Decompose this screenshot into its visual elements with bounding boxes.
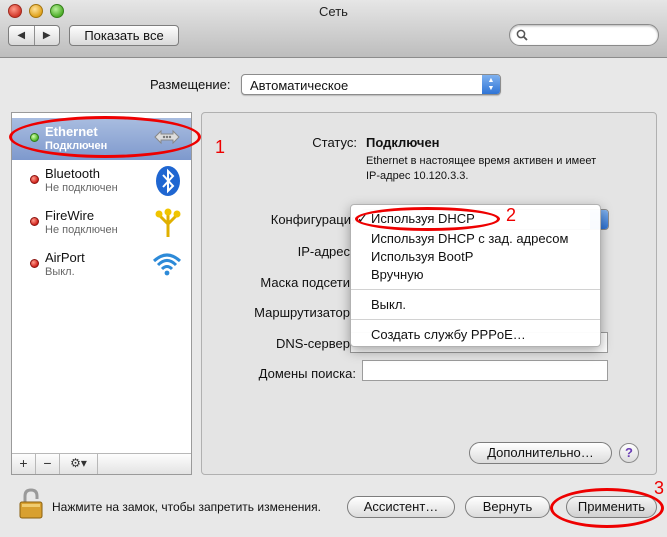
- location-value: Автоматическое: [250, 78, 349, 93]
- lock-icon[interactable]: [16, 487, 46, 521]
- action-menu-button[interactable]: ⚙▾: [60, 454, 98, 474]
- annotation-number-2: 2: [506, 205, 517, 225]
- search-field[interactable]: [509, 24, 659, 46]
- remove-service-button[interactable]: −: [36, 454, 60, 474]
- search-icon: [516, 29, 528, 41]
- service-status: Подключен: [45, 140, 108, 152]
- back-button[interactable]: ◀: [9, 26, 34, 45]
- service-status: Не подключен: [45, 182, 118, 194]
- show-all-button[interactable]: Показать все: [69, 25, 179, 46]
- menu-separator: [351, 319, 600, 320]
- apply-button[interactable]: Применить: [566, 496, 657, 518]
- menu-item-bootp[interactable]: Используя BootP: [351, 248, 600, 266]
- service-item-firewire[interactable]: FireWire Не подключен: [12, 202, 191, 244]
- subnet-mask-label: Маска подсети: [260, 275, 350, 290]
- revert-button[interactable]: Вернуть: [465, 496, 550, 518]
- service-status: Выкл.: [45, 266, 75, 278]
- service-name: AirPort: [45, 250, 85, 265]
- service-item-bluetooth[interactable]: Bluetooth Не подключен: [12, 160, 191, 202]
- status-dot-red-icon: [30, 259, 39, 268]
- ethernet-icon: [154, 129, 180, 145]
- status-description: Ethernet в настоящее время активен и име…: [366, 155, 597, 182]
- router-label: Маршрутизатор: [254, 305, 350, 320]
- status-dot-red-icon: [30, 175, 39, 184]
- service-name: Ethernet: [45, 124, 98, 139]
- service-name: Bluetooth: [45, 166, 100, 181]
- ip-address-label: IP-адрес: [297, 244, 350, 259]
- airport-icon: [152, 253, 182, 276]
- status-dot-green-icon: [30, 133, 39, 142]
- lock-hint-text: Нажмите на замок, чтобы запретить измене…: [52, 500, 321, 514]
- menu-item-manual[interactable]: Вручную: [351, 266, 600, 284]
- search-domains-label: Домены поиска:: [258, 366, 356, 381]
- advanced-button[interactable]: Дополнительно…: [469, 442, 612, 464]
- back-forward-buttons: ◀ ▶: [8, 25, 60, 46]
- service-name: FireWire: [45, 208, 95, 223]
- status-label: Статус:: [312, 135, 357, 150]
- menu-item-dhcp-manual[interactable]: Используя DHCP с зад. адресом: [351, 230, 600, 248]
- status-dot-red-icon: [30, 217, 39, 226]
- service-list: Ethernet Подключен Bluetooth Не подключе…: [11, 112, 192, 475]
- checkmark-icon: ✓: [357, 211, 368, 226]
- menu-separator: [351, 289, 600, 290]
- configuration-menu: ✓ Используя DHCP Используя DHCP с зад. а…: [350, 204, 601, 347]
- bluetooth-icon: [156, 166, 180, 196]
- firewire-icon: [155, 208, 181, 237]
- menu-item-dhcp[interactable]: ✓ Используя DHCP: [351, 210, 600, 228]
- annotation-number-1: 1: [215, 137, 226, 157]
- status-value: Подключен: [366, 135, 440, 150]
- annotation-number-3: 3: [654, 478, 665, 498]
- location-popup[interactable]: Автоматическое ▲ ▼: [241, 74, 501, 95]
- dns-server-label: DNS-сервер: [276, 336, 350, 351]
- help-button[interactable]: ?: [619, 443, 639, 463]
- sidebar-toolbar: + − ⚙▾: [12, 453, 191, 474]
- forward-button[interactable]: ▶: [33, 26, 60, 45]
- window-titlebar: Сеть ◀ ▶ Показать все: [0, 0, 667, 58]
- add-service-button[interactable]: +: [12, 454, 36, 474]
- location-label: Размещение:: [150, 77, 231, 92]
- menu-item-create-pppoe[interactable]: Создать службу PPPoE…: [351, 326, 600, 344]
- window-title: Сеть: [319, 4, 348, 19]
- configuration-label: Конфигурация: [270, 212, 358, 227]
- assistant-button[interactable]: Ассистент…: [347, 496, 455, 518]
- search-domains-field[interactable]: [362, 360, 608, 381]
- search-input[interactable]: [532, 27, 652, 43]
- service-item-airport[interactable]: AirPort Выкл.: [12, 244, 191, 286]
- popup-arrows-icon: ▲ ▼: [482, 75, 500, 94]
- service-item-ethernet[interactable]: Ethernet Подключен: [12, 118, 191, 160]
- service-status: Не подключен: [45, 224, 118, 236]
- menu-item-off[interactable]: Выкл.: [351, 296, 600, 314]
